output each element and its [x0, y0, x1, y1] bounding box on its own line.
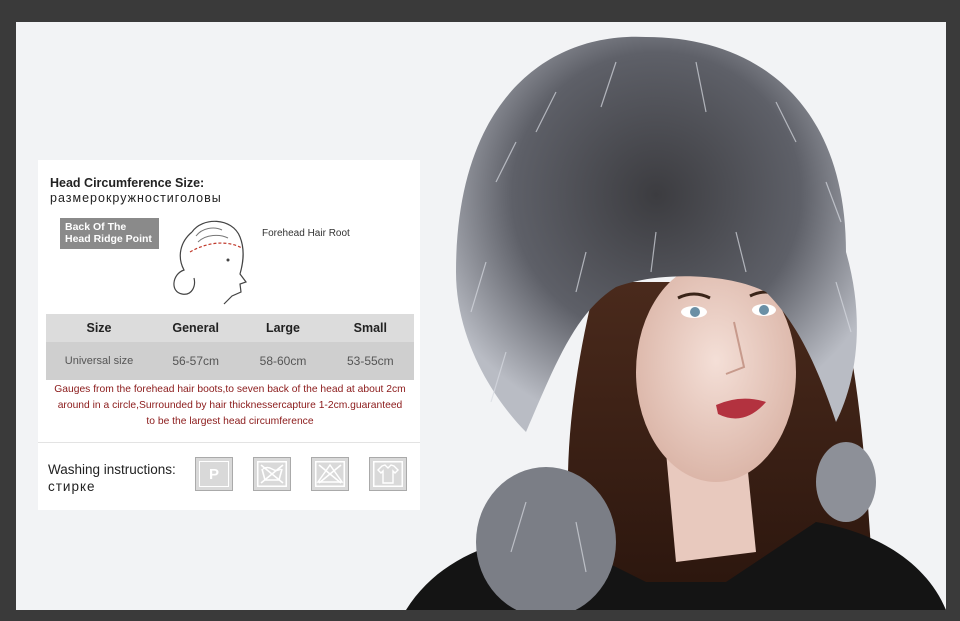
header-general: General — [152, 314, 240, 342]
product-image-frame: Head Circumference Size: размерокружност… — [16, 22, 946, 610]
size-table-header: Size General Large Small — [46, 314, 414, 342]
table-row: Universal size 56-57cm 58-60cm 53-55cm — [46, 342, 414, 380]
no-bleach-icon — [311, 457, 349, 491]
size-chart-title: Head Circumference Size: — [50, 176, 205, 190]
header-size: Size — [46, 314, 152, 342]
divider — [38, 442, 420, 443]
dry-clean-p-letter: P — [199, 461, 229, 487]
cell-large: 58-60cm — [239, 342, 327, 380]
cell-small: 53-55cm — [326, 342, 414, 380]
measurement-note: Gauges from the forehead hair boots,to s… — [54, 384, 406, 427]
back-of-head-label: Back Of The Head Ridge Point — [60, 218, 159, 249]
size-chart-panel: Head Circumference Size: размерокружност… — [38, 160, 420, 510]
header-small: Small — [326, 314, 414, 342]
no-bleach-symbol — [315, 461, 345, 487]
washing-instructions-label: Washing instructions: — [48, 462, 176, 477]
washing-instructions-label-ru: стирке — [48, 479, 96, 494]
shirt-care-symbol — [373, 461, 403, 487]
head-measurement-illustration — [173, 220, 247, 305]
no-washing-icon — [253, 457, 291, 491]
cell-universal-size: Universal size — [46, 342, 152, 380]
no-washing-symbol — [257, 461, 287, 487]
size-chart-title-ru: размерокружностиголовы — [50, 191, 222, 205]
dry-clean-p-icon: P — [195, 457, 233, 491]
header-large: Large — [239, 314, 327, 342]
model-photo — [406, 36, 946, 610]
do-not-tumble-dry-icon — [369, 457, 407, 491]
size-table: Size General Large Small Universal size … — [46, 314, 414, 380]
cell-general: 56-57cm — [152, 342, 240, 380]
forehead-hair-root-label: Forehead Hair Root — [262, 228, 350, 239]
